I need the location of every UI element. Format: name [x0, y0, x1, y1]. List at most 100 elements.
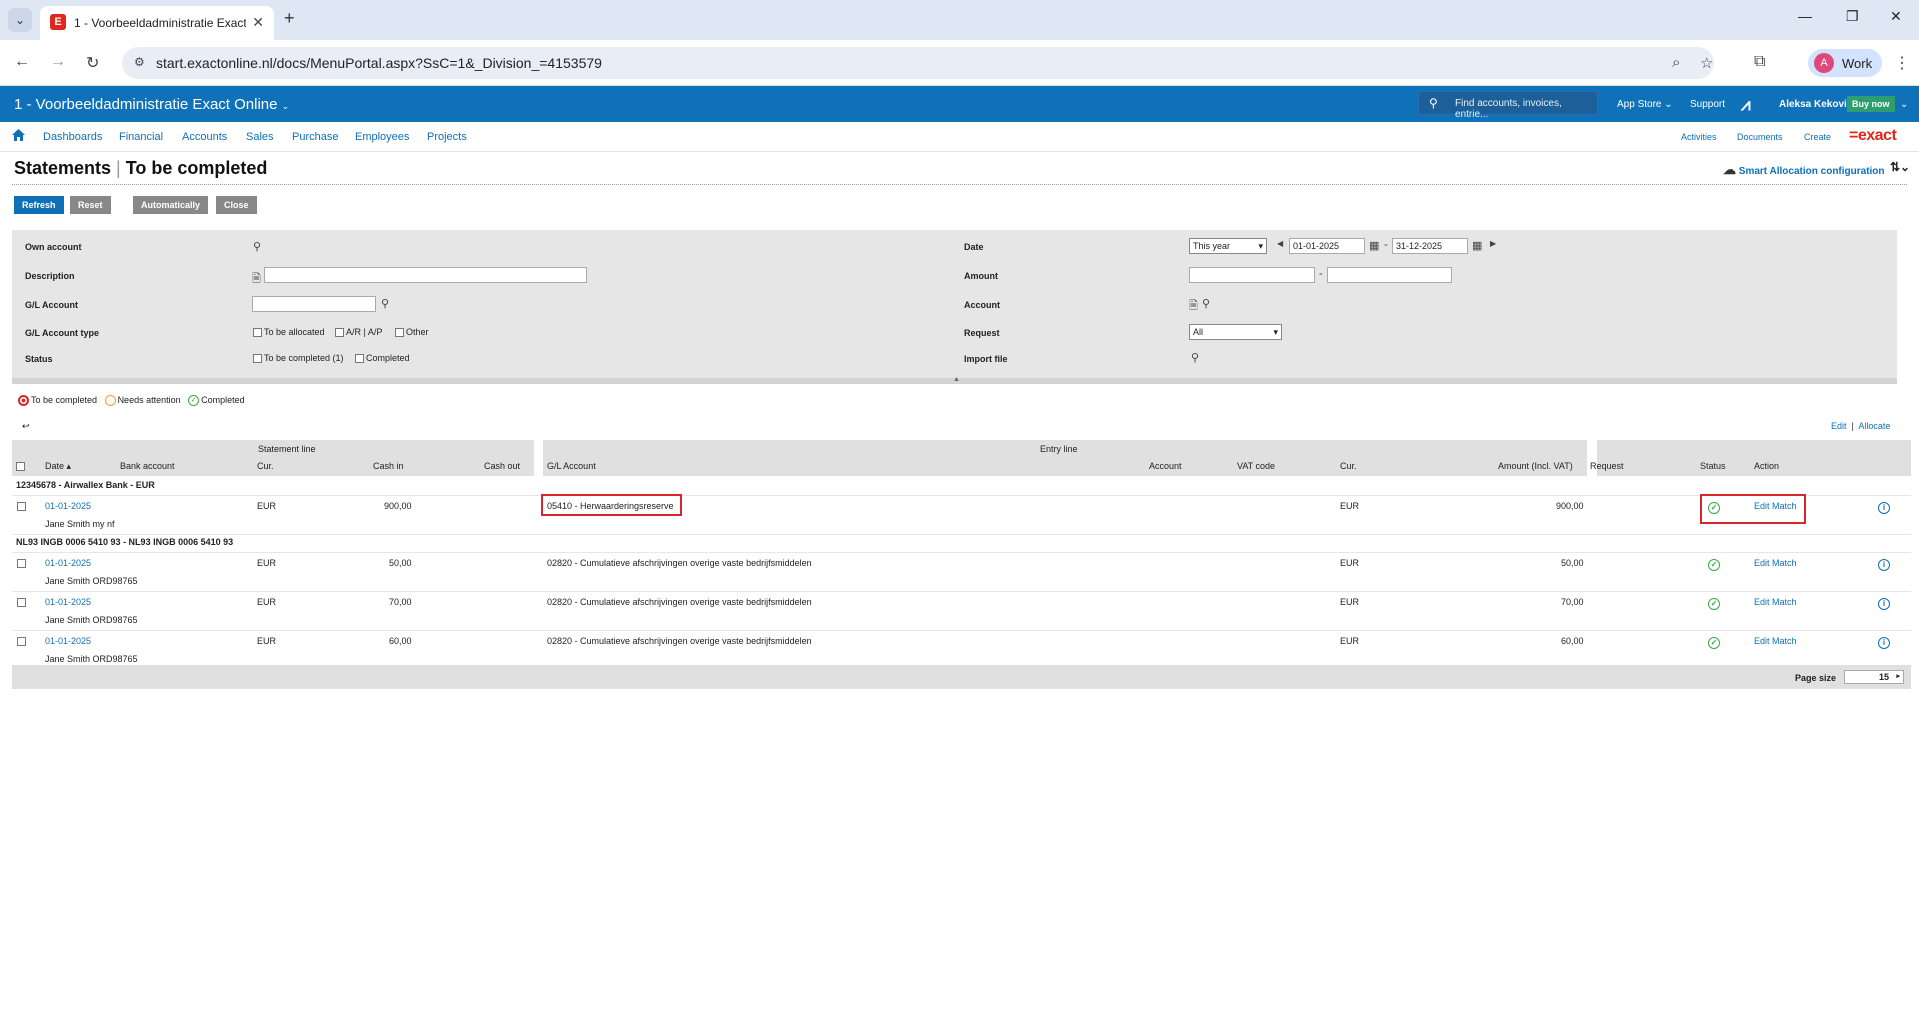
close-button[interactable]: Close: [216, 196, 257, 214]
buy-now-button[interactable]: Buy now: [1847, 96, 1895, 112]
import-file-search-icon[interactable]: ⚲: [1191, 351, 1199, 364]
window-close-icon[interactable]: ✕: [1890, 8, 1902, 25]
own-account-search-icon[interactable]: ⚲: [253, 240, 261, 253]
restore-icon[interactable]: ❐: [1846, 8, 1859, 25]
division-title[interactable]: 1 - Voorbeeldadministratie Exact Online …: [14, 96, 289, 113]
browser-tab-active[interactable]: E 1 - Voorbeeldadministratie Exact Onlin…: [40, 6, 274, 40]
browser-menu-icon[interactable]: ⋮: [1894, 53, 1910, 73]
row-checkbox[interactable]: [17, 501, 28, 512]
type-to-be-allocated-checkbox[interactable]: To be allocated: [253, 327, 325, 338]
date-next-icon[interactable]: ▶: [1490, 239, 1496, 248]
header-gl-account[interactable]: G/L Account: [547, 461, 596, 471]
type-other-checkbox[interactable]: Other: [395, 327, 429, 338]
back-icon[interactable]: ←: [14, 53, 30, 71]
header-cash-out[interactable]: Cash out: [484, 461, 520, 471]
expand-arrow-icon[interactable]: ↩: [22, 421, 30, 432]
edit-match-link[interactable]: Edit Match: [1754, 636, 1797, 646]
row-checkbox[interactable]: [17, 597, 28, 608]
extensions-icon[interactable]: ⧉: [1754, 53, 1765, 71]
info-icon[interactable]: i: [1878, 637, 1890, 649]
menu-sales[interactable]: Sales: [246, 131, 274, 143]
menu-employees[interactable]: Employees: [355, 131, 409, 143]
header-request[interactable]: Request: [1590, 461, 1624, 471]
row-date-link[interactable]: 01-01-2025: [45, 558, 91, 568]
row-checkbox[interactable]: [17, 558, 28, 569]
row-date-link[interactable]: 01-01-2025: [45, 501, 91, 511]
url-field[interactable]: ⚙ start.exactonline.nl/docs/MenuPortal.a…: [122, 47, 1714, 79]
select-all-checkbox[interactable]: [16, 461, 27, 472]
tab-list-chevron-icon[interactable]: ⌄: [8, 8, 32, 32]
request-select[interactable]: All ▾: [1189, 324, 1282, 340]
url-text[interactable]: start.exactonline.nl/docs/MenuPortal.asp…: [156, 55, 602, 71]
page-size-input[interactable]: 15 ▸: [1844, 670, 1904, 684]
account-search-icon[interactable]: ⚲: [1202, 297, 1210, 310]
row-checkbox[interactable]: [17, 636, 28, 647]
header-date[interactable]: Date ▴: [45, 461, 71, 472]
forward-icon[interactable]: →: [50, 53, 66, 71]
filter-collapse-handle[interactable]: ▲: [12, 376, 1897, 384]
date-prev-icon[interactable]: ◀: [1277, 239, 1283, 248]
exact-a-logo-icon[interactable]: ⩘: [1741, 95, 1751, 115]
edit-match-link[interactable]: Edit Match: [1754, 558, 1797, 568]
settings-sort-icon[interactable]: ⇅⌄: [1890, 160, 1910, 174]
header-cur[interactable]: Cur.: [257, 461, 274, 471]
row-date-link[interactable]: 01-01-2025: [45, 597, 91, 607]
reset-button[interactable]: Reset: [70, 196, 111, 214]
zoom-icon[interactable]: ⌕: [1672, 54, 1680, 71]
menu-financial[interactable]: Financial: [119, 131, 163, 143]
menu-projects[interactable]: Projects: [427, 131, 467, 143]
refresh-button[interactable]: Refresh: [14, 196, 64, 214]
menu-create[interactable]: Create: [1804, 132, 1831, 142]
date-from-calendar-icon[interactable]: ▦: [1369, 239, 1379, 252]
status-completed-checkbox[interactable]: Completed: [355, 353, 410, 364]
amount-to-input[interactable]: [1327, 267, 1452, 283]
new-tab-icon[interactable]: +: [284, 8, 295, 29]
automatically-button[interactable]: Automatically: [133, 196, 209, 214]
allocate-link[interactable]: Allocate: [1858, 421, 1890, 431]
date-to-calendar-icon[interactable]: ▦: [1472, 239, 1482, 252]
profile-button[interactable]: A Work: [1808, 49, 1882, 77]
description-doc-icon[interactable]: 🗎: [252, 270, 261, 289]
row-date-link[interactable]: 01-01-2025: [45, 636, 91, 646]
smart-allocation-link[interactable]: ☁ Smart Allocation configuration: [1723, 162, 1885, 178]
exact-logo[interactable]: =exact: [1849, 127, 1897, 145]
header-amount[interactable]: Amount (Incl. VAT): [1498, 461, 1573, 471]
menu-dashboards[interactable]: Dashboards: [43, 131, 102, 143]
edit-link[interactable]: Edit: [1831, 421, 1847, 431]
info-icon[interactable]: i: [1878, 559, 1890, 571]
site-info-icon[interactable]: ⚙: [134, 55, 145, 69]
date-to-input[interactable]: 31-12-2025: [1392, 238, 1468, 254]
menu-purchase[interactable]: Purchase: [292, 131, 338, 143]
edit-match-link[interactable]: Edit Match: [1754, 597, 1797, 607]
info-icon[interactable]: i: [1878, 502, 1890, 514]
status-to-be-completed-checkbox[interactable]: To be completed (1): [253, 353, 344, 364]
description-input[interactable]: [264, 267, 587, 283]
app-store-link[interactable]: App Store ⌄: [1617, 99, 1673, 110]
reload-icon[interactable]: ↻: [86, 53, 99, 73]
date-from-input[interactable]: 01-01-2025: [1289, 238, 1365, 254]
gl-account-input[interactable]: [252, 296, 376, 312]
global-search-input[interactable]: ⚲ Find accounts, invoices, entrie...: [1418, 91, 1598, 120]
header-status[interactable]: Status: [1700, 461, 1726, 471]
header-vat-code[interactable]: VAT code: [1237, 461, 1275, 471]
header-action[interactable]: Action: [1754, 461, 1779, 471]
header-cash-in[interactable]: Cash in: [373, 461, 404, 471]
minimize-icon[interactable]: —: [1798, 8, 1812, 24]
header-account[interactable]: Account: [1149, 461, 1182, 471]
type-ar-ap-checkbox[interactable]: A/R | A/P: [335, 327, 382, 338]
tab-close-icon[interactable]: ✕: [252, 14, 264, 31]
menu-activities[interactable]: Activities: [1681, 132, 1717, 142]
support-link[interactable]: Support: [1690, 99, 1725, 110]
user-menu-chevron-icon[interactable]: ⌄: [1900, 99, 1908, 110]
header-cur-entry[interactable]: Cur.: [1340, 461, 1357, 471]
info-icon[interactable]: i: [1878, 598, 1890, 610]
amount-from-input[interactable]: [1189, 267, 1315, 283]
date-period-select[interactable]: This year ▾: [1189, 238, 1267, 254]
home-icon[interactable]: [12, 129, 25, 141]
account-doc-icon[interactable]: 🗎: [1189, 297, 1198, 316]
gl-account-search-icon[interactable]: ⚲: [381, 297, 389, 310]
header-bank-account[interactable]: Bank account: [120, 461, 175, 471]
bookmark-star-icon[interactable]: ☆: [1700, 54, 1713, 72]
menu-documents[interactable]: Documents: [1737, 132, 1783, 142]
menu-accounts[interactable]: Accounts: [182, 131, 227, 143]
